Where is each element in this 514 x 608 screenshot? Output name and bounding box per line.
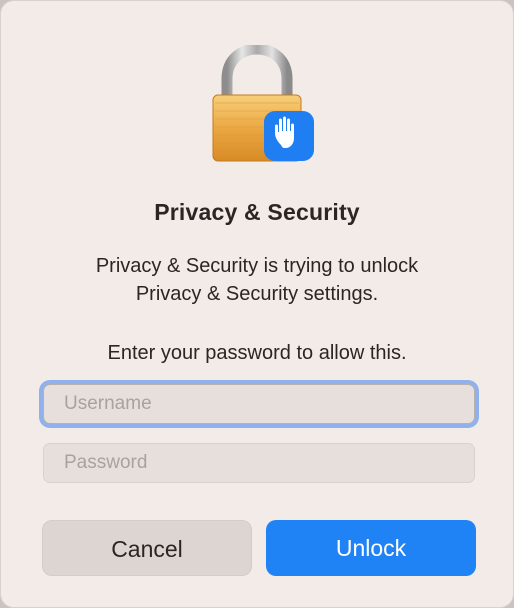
dialog-message: Privacy & Security is trying to unlock P…	[31, 252, 483, 308]
unlock-button[interactable]: Unlock	[266, 520, 476, 576]
authentication-dialog: Privacy & Security Privacy & Security is…	[0, 0, 514, 608]
message-line-1: Privacy & Security is trying to unlock	[95, 255, 419, 277]
password-prompt: Enter your password to allow this.	[107, 342, 407, 364]
cancel-button[interactable]: Cancel	[42, 520, 252, 576]
password-field[interactable]	[43, 443, 475, 483]
username-field[interactable]	[43, 384, 475, 424]
message-line-2: Privacy & Security settings.	[135, 283, 379, 305]
raised-hand-icon	[264, 111, 314, 161]
padlock-icon	[209, 45, 317, 165]
dialog-title: Privacy & Security	[154, 199, 360, 225]
